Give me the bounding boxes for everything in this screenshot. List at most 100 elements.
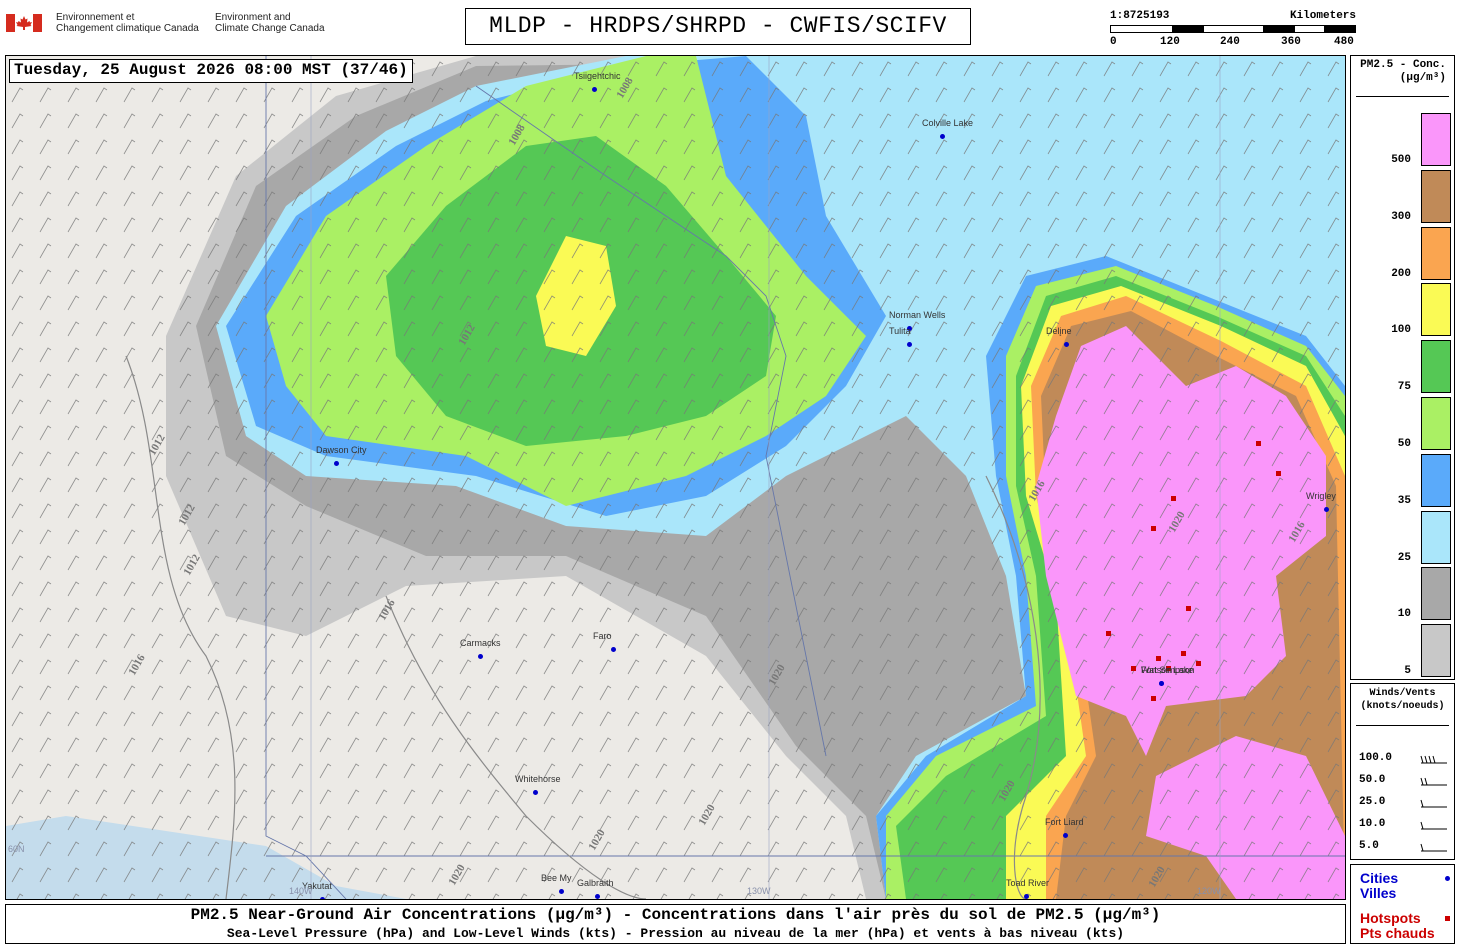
cities-label: Cities Villes xyxy=(1360,870,1399,901)
city-label: Faro xyxy=(593,631,612,641)
city-dot-icon xyxy=(1324,507,1329,512)
wind-speed-label: 50.0 xyxy=(1359,774,1386,786)
product-title: MLDP - HRDPS/SHRPD - CWFIS/SCIFV xyxy=(465,8,971,45)
wind-speed-label: 5.0 xyxy=(1359,840,1379,852)
caption-line-2: Sea-Level Pressure (hPa) and Low-Level W… xyxy=(226,926,1125,941)
city-label: Fort Simpson xyxy=(1141,665,1195,675)
city-label: Tsiigehtchic xyxy=(574,71,621,81)
scale-ratio: 1:8725193 xyxy=(1110,10,1170,22)
city-dot-icon xyxy=(907,342,912,347)
legend-separator xyxy=(1356,96,1449,97)
legend-value: 100 xyxy=(1391,324,1411,337)
legend-swatch xyxy=(1421,510,1451,564)
wind-speed-label: 100.0 xyxy=(1359,752,1393,764)
legend-value: 75 xyxy=(1397,381,1411,394)
legend-value: 50 xyxy=(1397,438,1411,450)
scale-tick: 120 xyxy=(1160,36,1180,48)
graticule-label: 120W xyxy=(1197,886,1221,896)
city-dot-icon xyxy=(320,897,325,899)
concentration-map[interactable]: Tsiigehtchic Colville Lake Norman Wells Tul… xyxy=(5,55,1346,900)
winds-separator xyxy=(1356,725,1449,726)
city-dot-icon xyxy=(592,87,597,92)
graticule-label: 130W xyxy=(747,886,771,896)
legend-swatch xyxy=(1421,226,1451,280)
legend-swatch xyxy=(1421,113,1451,166)
scale-bar-frame xyxy=(1110,25,1356,33)
wind-legend-row: 5.0 xyxy=(1359,840,1454,860)
legend-value: 300 xyxy=(1391,210,1411,223)
scale-tick: 480 xyxy=(1334,36,1354,48)
legend-value: 500 xyxy=(1391,154,1411,166)
wind-legend-row: 100.0 xyxy=(1359,752,1454,772)
city-label: Norman Wells xyxy=(889,310,946,320)
wind-barbs-layer xyxy=(6,56,1345,899)
wind-barb-icon xyxy=(1420,777,1447,786)
winds-legend: Winds/Vents (knots/noeuds) 100.0 50.0 25.0 1… xyxy=(1350,683,1455,860)
scale-tick: 0 xyxy=(1110,36,1117,48)
markers-legend: Cities Villes Hotspots Pts chauds xyxy=(1350,864,1455,944)
wind-speed-label: 10.0 xyxy=(1359,818,1386,830)
legend-swatch xyxy=(1421,340,1451,394)
city-dot-icon xyxy=(1159,681,1164,686)
city-dot-icon xyxy=(1063,833,1068,838)
pm25-legend: PM2.5 - Conc. (µg/m³) 500 300 200 100 75 50 35 2… xyxy=(1350,55,1455,680)
city-label: Colville Lake xyxy=(922,118,974,128)
map-caption: PM2.5 Near-Ground Air Concentrations (µg… xyxy=(5,904,1346,944)
city-label: Bee My xyxy=(541,873,572,883)
scale-bar: 1:8725193 Kilometers 0 120 240 360 480 xyxy=(1108,10,1358,50)
scale-bar-segment xyxy=(1324,25,1356,33)
city-label: Dawson City xyxy=(316,445,367,455)
scale-unit: Kilometers xyxy=(1289,10,1356,22)
wind-speed-label: 25.0 xyxy=(1359,796,1386,808)
graticule-label: 140W xyxy=(289,886,313,896)
legend-title: PM2.5 - Conc. (µg/m³) xyxy=(1360,59,1446,84)
scale-tick: 360 xyxy=(1281,36,1301,48)
legend-value: 35 xyxy=(1397,494,1411,507)
city-dot-icon xyxy=(478,654,483,659)
caption-line-1: PM2.5 Near-Ground Air Concentrations (µg… xyxy=(190,906,1161,924)
city-label: Tulita xyxy=(889,326,911,336)
legend-value: 25 xyxy=(1397,551,1411,564)
legend-value: 5 xyxy=(1404,665,1411,678)
city-label: Délįne xyxy=(1046,326,1072,336)
wind-barb-icon xyxy=(1420,799,1447,808)
city-label: Toad River xyxy=(1006,878,1050,888)
canada-flag-icon xyxy=(6,14,42,32)
scale-bar-segment xyxy=(1172,25,1204,33)
wind-legend-row: 50.0 xyxy=(1359,774,1454,794)
city-label: Galbraith xyxy=(577,878,614,888)
forecast-datetime: Tuesday, 25 August 2026 08:00 MST (37/46… xyxy=(9,59,413,83)
gov-name-fr: Environnement et Changement climatique Ca… xyxy=(56,12,199,34)
legend-swatch xyxy=(1421,283,1451,337)
city-dot-icon xyxy=(940,134,945,139)
city-dot-icon xyxy=(595,894,600,899)
legend-swatch xyxy=(1421,567,1451,621)
city-label: Whitehorse xyxy=(515,774,561,784)
graticule-label: 60N xyxy=(8,844,25,854)
wind-barb-icon xyxy=(1420,755,1447,764)
gov-name-en: Environment and Climate Change Canada xyxy=(215,12,325,34)
city-dot-icon xyxy=(533,790,538,795)
legend-value: 200 xyxy=(1391,267,1411,280)
city-dot-icon xyxy=(559,889,564,894)
city-dot-icon xyxy=(611,647,616,652)
wind-legend-row: 10.0 xyxy=(1359,818,1454,838)
city-dot-icon xyxy=(1445,876,1450,881)
map-canvas xyxy=(6,56,1345,899)
city-dot-icon xyxy=(334,461,339,466)
legend-swatch xyxy=(1421,453,1451,507)
government-logo: Environnement et Changement climatique Ca… xyxy=(6,12,336,38)
wind-legend-row: 25.0 xyxy=(1359,796,1454,816)
city-dot-icon xyxy=(1064,342,1069,347)
scale-bar-segment xyxy=(1263,25,1295,33)
wind-barb-icon xyxy=(1420,843,1447,852)
legend-swatch xyxy=(1421,169,1451,223)
hotspot-square-icon xyxy=(1445,916,1450,921)
city-label: Fort Liard xyxy=(1045,817,1084,827)
legend-value: 10 xyxy=(1397,608,1411,621)
legend-swatch xyxy=(1421,624,1451,678)
scale-tick: 240 xyxy=(1220,36,1240,48)
wind-barb-icon xyxy=(1420,821,1447,830)
city-dot-icon xyxy=(1024,894,1029,899)
city-label: Carmacks xyxy=(460,638,501,648)
